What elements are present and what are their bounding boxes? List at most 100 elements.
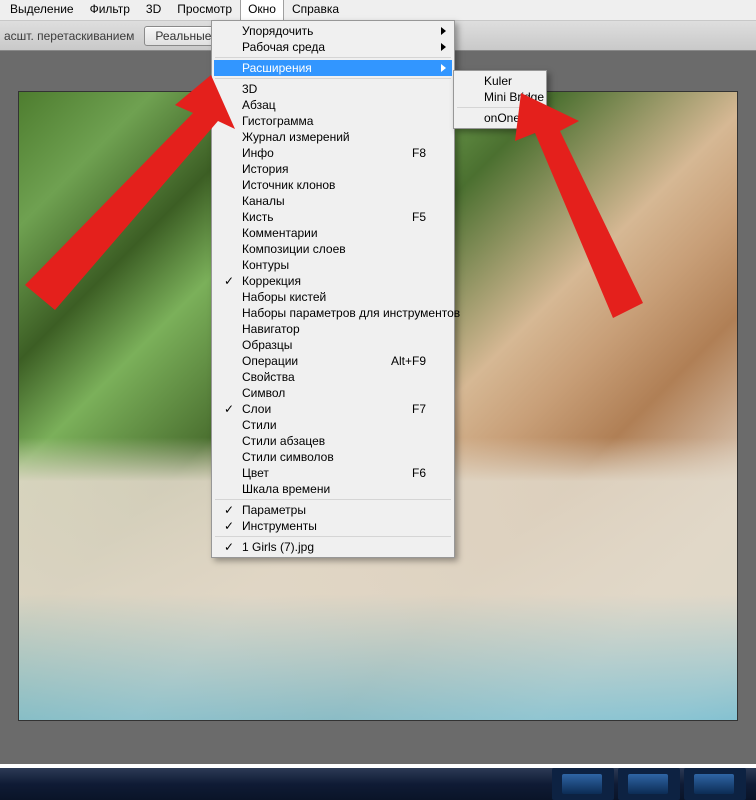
window-menu-separator — [215, 57, 451, 58]
window-menu-item[interactable]: Параметры✓ — [214, 502, 452, 518]
menu-item-label: Журнал измерений — [242, 130, 350, 144]
window-menu-item[interactable]: Каналы — [214, 193, 452, 209]
window-menu-item[interactable]: Стили абзацев — [214, 433, 452, 449]
task-item[interactable] — [684, 768, 746, 800]
menu-item-label: Образцы — [242, 338, 292, 352]
window-menu-item[interactable]: Наборы параметров для инструментов — [214, 305, 452, 321]
menu-item-label: onOne — [484, 111, 520, 125]
menu-item-label: Инструменты — [242, 519, 317, 533]
menu-shortcut: Alt+F9 — [391, 354, 426, 368]
menu-item-label: Кисть — [242, 210, 273, 224]
menu-item-label: Источник клонов — [242, 178, 335, 192]
menu-item-label: 3D — [242, 82, 257, 96]
menu-item-label: Шкала времени — [242, 482, 330, 496]
window-menu-item[interactable]: История — [214, 161, 452, 177]
extensions-submenu: Kuler Mini Bridge onOne — [453, 70, 547, 129]
window-menu-item[interactable]: Наборы кистей — [214, 289, 452, 305]
window-menu-item[interactable]: Символ — [214, 385, 452, 401]
window-menu-item[interactable]: Рабочая среда — [214, 39, 452, 55]
task-item[interactable] — [552, 768, 614, 800]
window-menu-item[interactable]: Образцы — [214, 337, 452, 353]
window-menu-separator — [215, 499, 451, 500]
menu-shortcut: F5 — [412, 210, 426, 224]
menu-selection[interactable]: Выделение — [2, 0, 82, 20]
menu-item-label: Навигатор — [242, 322, 300, 336]
menu-item-label: 1 Girls (7).jpg — [242, 540, 314, 554]
menu-shortcut: F6 — [412, 466, 426, 480]
menu-item-label: Коррекция — [242, 274, 301, 288]
drag-scale-label: асшт. перетаскиванием — [2, 29, 140, 43]
window-menu-item[interactable]: Операции Alt+F9 — [214, 353, 452, 369]
menu-filter[interactable]: Фильтр — [82, 0, 138, 20]
window-menu-item[interactable]: Стили символов — [214, 449, 452, 465]
window-menu-item[interactable]: Навигатор — [214, 321, 452, 337]
menu-item-label: Упорядочить — [242, 24, 313, 38]
window-menu-item[interactable]: 1 Girls (7).jpg ✓ — [214, 539, 452, 555]
check-icon: ✓ — [224, 402, 234, 416]
submenu-arrow-icon — [441, 64, 446, 72]
window-menu-item[interactable]: Упорядочить — [214, 23, 452, 39]
window-menu-item[interactable]: Расширения — [214, 60, 452, 76]
menu-item-label: Операции — [242, 354, 298, 368]
check-icon: ✓ — [224, 540, 234, 554]
menu-3d[interactable]: 3D — [138, 0, 169, 20]
window-menu-separator — [215, 536, 451, 537]
window-menu-item[interactable]: Инфо F8 — [214, 145, 452, 161]
check-icon: ✓ — [224, 519, 234, 533]
submenu-arrow-icon — [441, 43, 446, 51]
submenu-arrow-icon — [441, 27, 446, 35]
window-menu-item[interactable]: Источник клонов — [214, 177, 452, 193]
window-menu-item[interactable]: Свойства — [214, 369, 452, 385]
window-menu-item[interactable]: 3D — [214, 81, 452, 97]
menu-item-label: Стили символов — [242, 450, 334, 464]
window-menu-item[interactable]: Журнал измерений — [214, 129, 452, 145]
check-icon: ✓ — [224, 274, 234, 288]
menu-item-label: Mini Bridge — [484, 90, 544, 104]
ext-menu-item[interactable]: Mini Bridge — [456, 89, 544, 105]
menu-item-label: Символ — [242, 386, 285, 400]
window-menu-item[interactable]: Коррекция ✓ — [214, 273, 452, 289]
menu-shortcut: F8 — [412, 146, 426, 160]
menu-item-label: Комментарии — [242, 226, 318, 240]
menu-item-label: Рабочая среда — [242, 40, 325, 54]
menu-item-label: Контуры — [242, 258, 289, 272]
menu-item-label: Наборы кистей — [242, 290, 326, 304]
menu-item-label: Композиции слоев — [242, 242, 346, 256]
window-menu-item[interactable]: Шкала времени — [214, 481, 452, 497]
window-menu-item[interactable]: Цвет F6 — [214, 465, 452, 481]
ext-menu-item[interactable]: onOne — [456, 110, 544, 126]
menu-item-label: Каналы — [242, 194, 285, 208]
menu-window[interactable]: Окно — [240, 0, 284, 20]
window-menu-dropdown: Упорядочить Рабочая среда Расширения 3D Абза… — [211, 20, 455, 558]
window-menu-item[interactable]: Абзац — [214, 97, 452, 113]
menu-help[interactable]: Справка — [284, 0, 347, 20]
windows-taskbar — [0, 768, 756, 800]
window-menu-item[interactable]: Инструменты ✓ — [214, 518, 452, 534]
window-menu-item[interactable]: Стили — [214, 417, 452, 433]
ext-menu-separator — [457, 107, 543, 108]
menu-item-label: История — [242, 162, 289, 176]
main-menubar: Выделение Фильтр 3D Просмотр Окно Справк… — [0, 0, 756, 21]
menu-item-label: Цвет — [242, 466, 269, 480]
menu-item-label: Параметры — [242, 503, 306, 517]
window-menu-item[interactable]: Контуры — [214, 257, 452, 273]
menu-shortcut: F7 — [412, 402, 426, 416]
ext-menu-item[interactable]: Kuler — [456, 73, 544, 89]
menu-item-label: Стили — [242, 418, 277, 432]
menu-item-label: Абзац — [242, 98, 276, 112]
menu-view[interactable]: Просмотр — [169, 0, 240, 20]
menu-item-label: Наборы параметров для инструментов — [242, 306, 460, 320]
menu-item-label: Расширения — [242, 61, 312, 75]
menu-item-label: Стили абзацев — [242, 434, 325, 448]
menu-item-label: Инфо — [242, 146, 274, 160]
window-menu-item[interactable]: Гистограмма — [214, 113, 452, 129]
menu-item-label: Kuler — [484, 74, 512, 88]
window-menu-item[interactable]: Комментарии — [214, 225, 452, 241]
window-menu-item[interactable]: Слои ✓ F7 — [214, 401, 452, 417]
menu-item-label: Свойства — [242, 370, 295, 384]
task-item[interactable] — [618, 768, 680, 800]
window-menu-item[interactable]: Кисть F5 — [214, 209, 452, 225]
window-menu-item[interactable]: Композиции слоев — [214, 241, 452, 257]
menu-item-label: Слои — [242, 402, 271, 416]
window-menu-separator — [215, 78, 451, 79]
